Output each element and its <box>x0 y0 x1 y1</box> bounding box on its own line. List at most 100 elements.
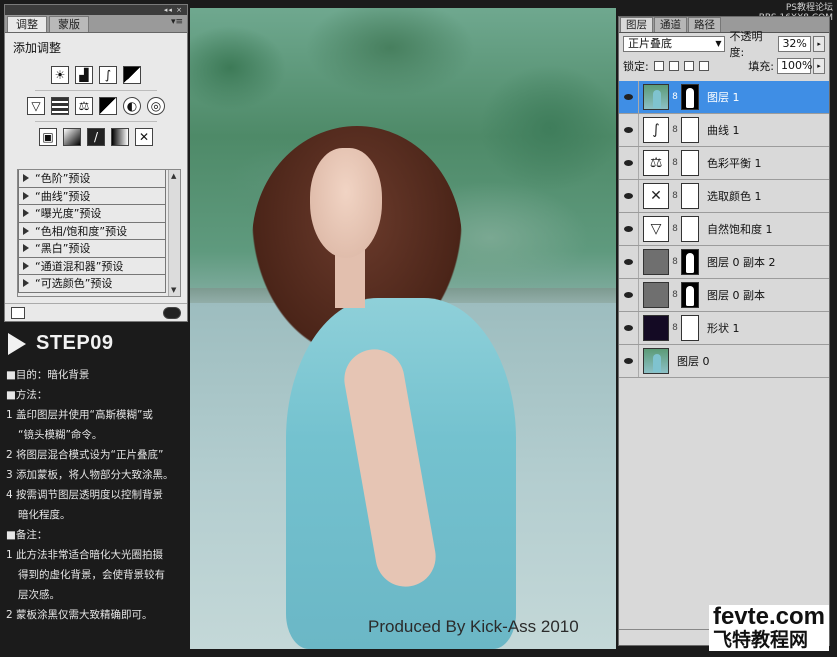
selective-color-thumbnail: ✕ <box>643 183 669 209</box>
layer-row[interactable]: 8 图层 1 <box>619 81 829 114</box>
fill-label: 填充: <box>748 60 774 73</box>
selective-color-icon[interactable]: ✕ <box>135 128 153 146</box>
visibility-eye-icon[interactable] <box>619 345 639 377</box>
shape-thumbnail <box>643 315 669 341</box>
lock-fill-row: 锁定: 填充: 100% ▸ <box>619 55 829 77</box>
channel-mixer-icon[interactable]: ◎ <box>147 97 165 115</box>
adjustments-panel: ◂◂ × 调整 蒙版 ▾≡ 添加调整 ☀ ▟ ∫ ▽ ⚖ ◐ ◎ ▣ / ✕ “… <box>4 4 188 322</box>
expand-triangle-icon[interactable] <box>23 174 29 183</box>
preset-item-hue-saturation[interactable]: “色相/饱和度”预设 <box>18 222 166 240</box>
link-icon[interactable]: 8 <box>671 323 679 333</box>
adjustment-icons-row-3: ▣ / ✕ <box>5 128 187 146</box>
expand-triangle-icon[interactable] <box>23 261 29 270</box>
visibility-toggle-icon[interactable] <box>163 306 181 319</box>
preset-item-black-white[interactable]: “黑白”预设 <box>18 240 166 258</box>
clip-to-layer-icon[interactable] <box>11 306 25 319</box>
opacity-label: 不透明度: <box>729 30 763 59</box>
layer-mask-thumbnail[interactable] <box>681 216 699 242</box>
threshold-icon[interactable]: / <box>87 128 105 146</box>
visibility-eye-icon[interactable] <box>619 147 639 179</box>
expand-triangle-icon[interactable] <box>23 279 29 288</box>
presets-scrollbar[interactable]: ▲ ▼ <box>168 170 180 296</box>
brightness-icon[interactable]: ☀ <box>51 66 69 84</box>
watermark-bottom-line1: fevte.com <box>708 605 829 629</box>
scroll-down-icon[interactable]: ▼ <box>171 286 176 294</box>
visibility-eye-icon[interactable] <box>619 279 639 311</box>
curves-adjustment-thumbnail: ∫ <box>643 117 669 143</box>
photo-filter-icon[interactable]: ◐ <box>123 97 141 115</box>
preset-item-channel-mixer[interactable]: “通道混和器”预设 <box>18 257 166 275</box>
layer-mask-thumbnail[interactable] <box>681 84 699 110</box>
layer-mask-thumbnail[interactable] <box>681 249 699 275</box>
layer-row[interactable]: 图层 0 <box>619 345 829 378</box>
levels-icon[interactable]: ▟ <box>75 66 93 84</box>
layer-row[interactable]: 8 图层 0 副本 <box>619 279 829 312</box>
curves-icon[interactable]: ∫ <box>99 66 117 84</box>
link-icon[interactable]: 8 <box>671 125 679 135</box>
visibility-eye-icon[interactable] <box>619 180 639 212</box>
visibility-eye-icon[interactable] <box>619 246 639 278</box>
watermark-top-line1: PS教程论坛 <box>785 3 833 13</box>
preset-item-curves[interactable]: “曲线”预设 <box>18 187 166 205</box>
layer-row[interactable]: ⚖ 8 色彩平衡 1 <box>619 147 829 180</box>
link-icon[interactable]: 8 <box>671 158 679 168</box>
layer-row[interactable]: 8 形状 1 <box>619 312 829 345</box>
fill-field[interactable]: 100% <box>777 58 812 74</box>
layer-row[interactable]: 8 图层 0 副本 2 <box>619 246 829 279</box>
layer-mask-thumbnail[interactable] <box>681 183 699 209</box>
layer-thumbnail <box>643 348 669 374</box>
layer-row[interactable]: ✕ 8 选取颜色 1 <box>619 180 829 213</box>
link-icon[interactable]: 8 <box>671 257 679 267</box>
vibrance-icon[interactable]: ▽ <box>27 97 45 115</box>
link-icon[interactable]: 8 <box>671 290 679 300</box>
layer-row[interactable]: ▽ 8 自然饱和度 1 <box>619 213 829 246</box>
layer-mask-thumbnail[interactable] <box>681 117 699 143</box>
scroll-up-icon[interactable]: ▲ <box>171 172 176 180</box>
black-white-icon[interactable] <box>99 97 117 115</box>
expand-triangle-icon[interactable] <box>23 244 29 253</box>
expand-triangle-icon[interactable] <box>23 209 29 218</box>
preset-label: “曝光度”预设 <box>35 207 102 221</box>
link-icon[interactable]: 8 <box>671 224 679 234</box>
visibility-eye-icon[interactable] <box>619 213 639 245</box>
fill-slider-button[interactable]: ▸ <box>813 58 825 74</box>
panel-collapse-bar[interactable]: ◂◂ × <box>5 5 187 15</box>
lock-transparency-icon[interactable] <box>653 61 664 71</box>
step-line: ■方法： <box>6 389 48 401</box>
link-icon[interactable]: 8 <box>671 92 679 102</box>
layer-mask-thumbnail[interactable] <box>681 150 699 176</box>
panel-menu-icon[interactable]: ▾≡ <box>171 17 183 27</box>
lock-position-icon[interactable] <box>683 61 694 71</box>
visibility-eye-icon[interactable] <box>619 114 639 146</box>
preset-item-levels[interactable]: “色阶”预设 <box>18 170 166 188</box>
exposure-icon[interactable] <box>123 66 141 84</box>
posterize-icon[interactable] <box>63 128 81 146</box>
visibility-eye-icon[interactable] <box>619 81 639 113</box>
preset-item-exposure[interactable]: “曝光度”预设 <box>18 205 166 223</box>
expand-triangle-icon[interactable] <box>23 191 29 200</box>
visibility-eye-icon[interactable] <box>619 312 639 344</box>
tab-masks[interactable]: 蒙版 <box>49 16 89 32</box>
presets-list: “色阶”预设 “曲线”预设 “曝光度”预设 “色相/饱和度”预设 “黑白”预设 … <box>17 169 181 297</box>
collapse-icon[interactable]: ◂◂ × <box>164 6 183 14</box>
gradient-map-icon[interactable] <box>111 128 129 146</box>
hue-saturation-icon[interactable] <box>51 97 69 115</box>
tab-paths[interactable]: 路径 <box>688 17 721 32</box>
opacity-slider-button[interactable]: ▸ <box>813 36 825 52</box>
opacity-field[interactable]: 32% <box>778 36 812 52</box>
tab-layers[interactable]: 图层 <box>620 17 653 32</box>
divider <box>35 90 157 91</box>
invert-icon[interactable]: ▣ <box>39 128 57 146</box>
preset-item-selective-color[interactable]: “可选颜色”预设 <box>18 275 166 293</box>
tab-adjustments[interactable]: 调整 <box>7 16 47 32</box>
link-icon[interactable]: 8 <box>671 191 679 201</box>
expand-triangle-icon[interactable] <box>23 226 29 235</box>
blend-mode-select[interactable]: 正片叠底 ▼ <box>623 36 726 52</box>
layer-row[interactable]: ∫ 8 曲线 1 <box>619 114 829 147</box>
layer-mask-thumbnail[interactable] <box>681 282 699 308</box>
color-balance-icon[interactable]: ⚖ <box>75 97 93 115</box>
lock-all-icon[interactable] <box>698 61 709 71</box>
vector-mask-thumbnail[interactable] <box>681 315 699 341</box>
lock-pixels-icon[interactable] <box>668 61 679 71</box>
tab-channels[interactable]: 通道 <box>654 17 687 32</box>
